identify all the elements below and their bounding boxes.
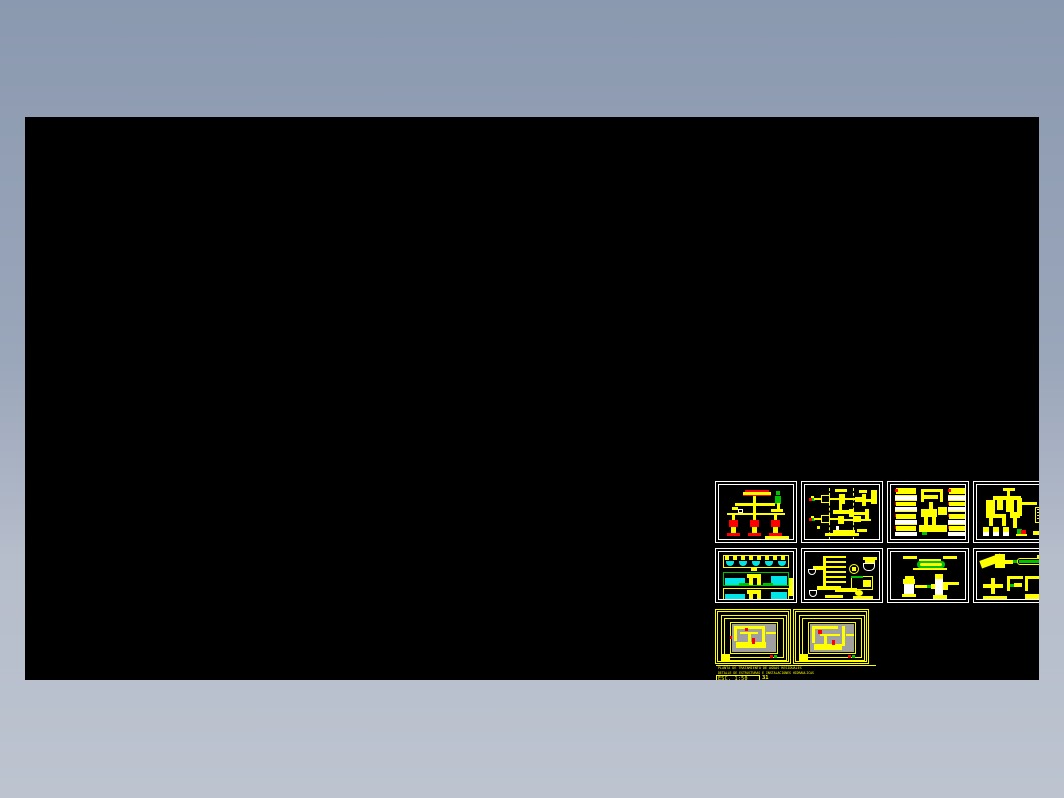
multi-detail-drawing-sheet[interactable]: PLANTA DE TRATAMIENTO DE AGUAS RESIDUALE… — [715, 481, 1039, 681]
title-block-scale: ESC. 1:50 — [718, 676, 748, 681]
panel-piping-schematic-detail[interactable] — [801, 481, 883, 543]
panel-content — [718, 484, 794, 540]
panel-content — [718, 551, 794, 600]
panel-floor-plan-level-2[interactable] — [793, 609, 869, 664]
detail-row-2 — [715, 548, 1039, 603]
drawing-viewport[interactable]: PLANTA DE TRATAMIENTO DE AGUAS RESIDUALE… — [25, 117, 1039, 680]
panel-content — [976, 551, 1039, 600]
panel-content — [804, 551, 880, 600]
plan-row-3 — [715, 609, 871, 664]
panel-equipment-layout-detail[interactable] — [887, 481, 969, 543]
panel-content — [976, 484, 1039, 540]
panel-parts-schedule-detail[interactable] — [801, 548, 883, 603]
panel-structural-frame-detail[interactable] — [715, 481, 797, 543]
panel-valve-detail[interactable] — [887, 548, 969, 603]
panel-floor-plan-level-1[interactable] — [715, 609, 791, 664]
application-window: PLANTA DE TRATAMIENTO DE AGUAS RESIDUALE… — [0, 0, 1064, 798]
panel-assembly-section-detail[interactable] — [973, 481, 1039, 543]
panel-content — [804, 484, 880, 540]
title-block-line-1: PLANTA DE TRATAMIENTO DE AGUAS RESIDUALE… — [718, 666, 802, 670]
drawing-title-block: PLANTA DE TRATAMIENTO DE AGUAS RESIDUALE… — [716, 665, 886, 681]
panel-content — [890, 551, 966, 600]
panel-fitting-detail[interactable] — [973, 548, 1039, 603]
title-block-sheet-number: 31 — [762, 675, 769, 680]
panel-content — [890, 484, 966, 540]
panel-content — [795, 611, 867, 662]
panel-content — [717, 611, 789, 662]
detail-row-1 — [715, 481, 1039, 543]
panel-tank-elevation-detail[interactable] — [715, 548, 797, 603]
